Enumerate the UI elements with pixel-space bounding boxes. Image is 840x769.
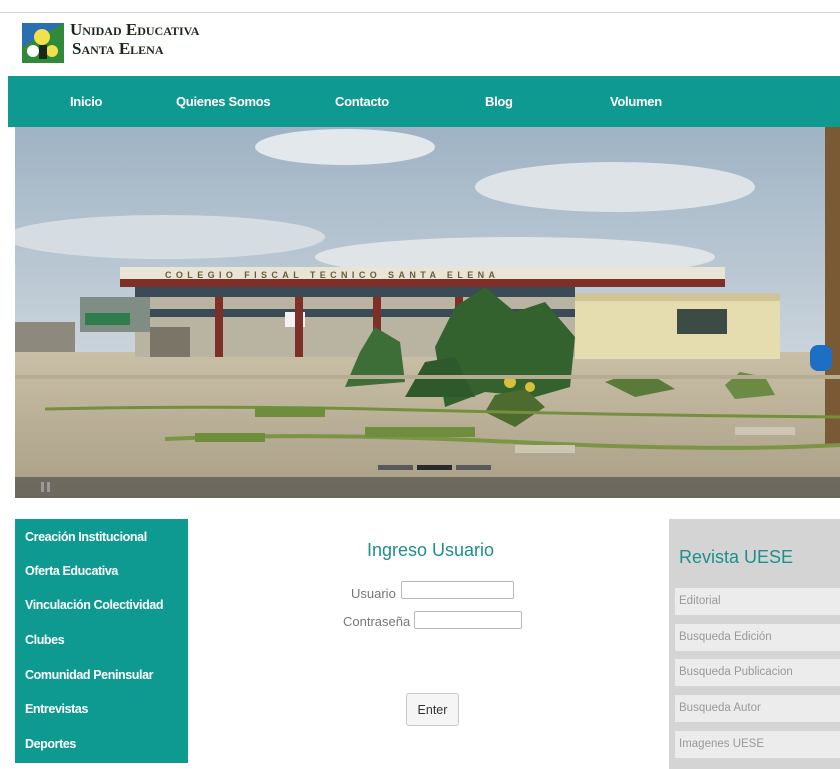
school-building-image: COLEGIO FISCAL TECNICO SANTA ELENA (15, 127, 840, 498)
nav-contacto[interactable]: Contacto (335, 76, 389, 127)
slide-indicator-2[interactable] (417, 465, 452, 470)
building-sign: COLEGIO FISCAL TECNICO SANTA ELENA (165, 270, 499, 280)
revista-title: Revista UESE (679, 547, 794, 567)
top-divider (0, 12, 840, 13)
nav-quienes-somos[interactable]: Quienes Somos (176, 76, 271, 127)
revista-sidebar: Revista UESE Editorial Busqueda Edición … (669, 519, 840, 769)
school-emblem-icon (22, 23, 64, 63)
revista-imagenes-uese[interactable]: Imagenes UESE (675, 731, 840, 758)
logo-line-2: Santa Elena (72, 39, 164, 58)
revista-editorial[interactable]: Editorial (675, 588, 840, 615)
revista-busqueda-publicacion[interactable]: Busqueda Publicacion (675, 659, 840, 686)
site-logo[interactable]: Unidad Educativa Santa Elena (22, 20, 222, 66)
nav-volumen[interactable]: Volumen (610, 76, 662, 127)
logo-line-1: Unidad Educativa (70, 20, 200, 39)
menu-deportes[interactable]: Deportes (25, 737, 76, 751)
username-input[interactable] (401, 581, 514, 599)
username-label: Usuario (351, 586, 396, 601)
login-title: Ingreso Usuario (367, 540, 495, 560)
menu-comunidad-peninsular[interactable]: Comunidad Peninsular (25, 668, 154, 682)
slide-indicator-1[interactable] (378, 465, 413, 470)
slide-indicator-3[interactable] (456, 465, 491, 470)
left-sidebar-menu: Creación Institucional Oferta Educativa … (15, 519, 188, 763)
enter-button[interactable]: Enter (406, 693, 459, 726)
menu-entrevistas[interactable]: Entrevistas (25, 702, 88, 716)
pause-icon[interactable] (41, 482, 51, 492)
menu-clubes[interactable]: Clubes (25, 633, 65, 647)
menu-creacion-institucional[interactable]: Creación Institucional (25, 530, 147, 544)
password-label: Contraseña (343, 614, 411, 629)
school-name: Unidad Educativa Santa Elena (70, 20, 199, 58)
revista-busqueda-edicion[interactable]: Busqueda Edición (675, 624, 840, 651)
main-navbar: Inicio Quienes Somos Contacto Blog Volum… (8, 76, 840, 127)
password-input[interactable] (414, 611, 522, 629)
menu-vinculacion-colectividad[interactable]: Vinculación Colectividad (25, 598, 164, 612)
menu-oferta-educativa[interactable]: Oferta Educativa (25, 564, 118, 578)
nav-blog[interactable]: Blog (485, 76, 513, 127)
nav-inicio[interactable]: Inicio (70, 76, 102, 127)
slideshow-controls-bar (15, 477, 840, 498)
revista-busqueda-autor[interactable]: Busqueda Autor (675, 695, 840, 722)
school-photo-banner: COLEGIO FISCAL TECNICO SANTA ELENA (15, 127, 840, 498)
